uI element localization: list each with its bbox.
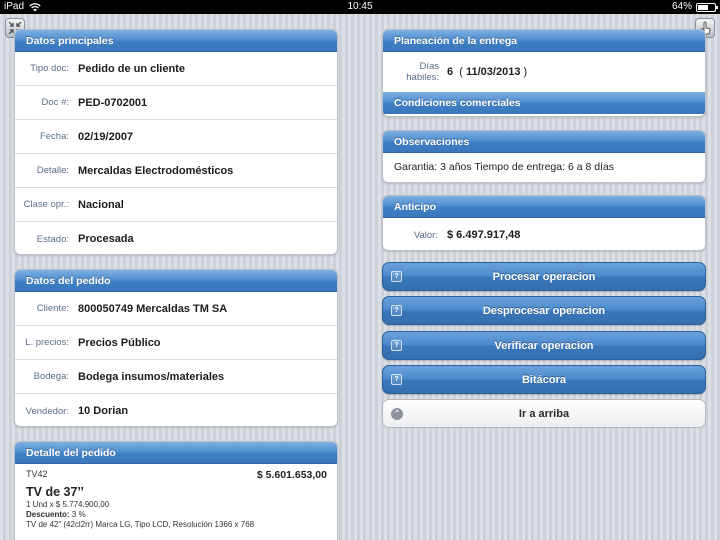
planeacion-panel: Planeación de la entrega Días habiles: 6… <box>382 29 706 117</box>
field-row: Vendedor: 10 Dorian <box>15 394 337 426</box>
field-row: Tipo doc: Pedido de un cliente <box>15 52 337 86</box>
button-label: Procesar operacion <box>492 270 596 283</box>
arrow-up-icon: ⌃ <box>391 408 403 420</box>
field-row: Clase opr.: Nacional <box>15 188 337 222</box>
field-row: Fecha: 02/19/2007 <box>15 120 337 154</box>
item-amount: $ 5.601.653,00 <box>256 469 327 481</box>
field-label: Clase opr.: <box>23 199 69 210</box>
help-icon: ? <box>391 305 402 316</box>
field-value: Procesada <box>78 233 134 245</box>
datos-principales-panel: Datos principales Tipo doc: Pedido de un… <box>14 29 338 255</box>
date-value: 11/03/2013 <box>465 66 521 78</box>
panel-title: Observaciones <box>383 131 705 153</box>
battery-percent: 64% <box>671 1 692 12</box>
field-value: 10 Dorian <box>78 405 129 417</box>
button-label: Ir a arriba <box>518 407 570 420</box>
battery-icon <box>696 2 718 12</box>
field-row: Cliente: 800050749 Mercaldas TM SA <box>15 292 337 326</box>
field-label: Cliente: <box>36 303 69 314</box>
field-label: Fecha: <box>39 131 69 142</box>
help-icon: ? <box>391 271 402 282</box>
item-description: TV de 42” (42cl2rr) Marca LG, Tipo LCD, … <box>26 520 255 529</box>
field-value: Precios Público <box>78 336 161 349</box>
field-value: Mercaldas Electrodomésticos <box>78 164 234 177</box>
help-icon: ? <box>391 340 402 351</box>
field-value: 800050749 Mercaldas TM SA <box>78 302 228 315</box>
item-discount: Descuento: 3 % <box>26 510 326 519</box>
field-row: Doc #: PED-0702001 <box>15 86 337 120</box>
button-label: Verificar operacion <box>494 339 594 352</box>
panel-title: Planeación de la entrega <box>383 30 705 52</box>
button-label: Desprocesar operacion <box>482 304 606 317</box>
anticipo-panel: Anticipo Valor: $ 6.497.917,48 <box>382 195 706 251</box>
panel-title: Detalle del pedido <box>15 442 337 464</box>
help-icon: ? <box>391 374 402 385</box>
field-value: 02/19/2007 <box>78 130 134 143</box>
item-quantity: 1 Und x $ 5.774.900,00 <box>26 500 110 509</box>
condiciones-header[interactable]: Condiciones comerciales <box>383 92 705 114</box>
desprocesar-button[interactable]: ? Desprocesar operacion <box>382 296 706 325</box>
datos-pedido-panel: Datos del pedido Cliente: 800050749 Merc… <box>14 269 338 427</box>
battery-fill <box>698 4 709 10</box>
field-row: L. precios: Precios Público <box>15 326 337 360</box>
detalle-pedido-panel: Detalle del pedido TV42 $ 5.601.653,00 T… <box>14 441 338 540</box>
verificar-button[interactable]: ? Verificar operacion <box>382 331 706 360</box>
clock: 10:45 <box>347 1 373 12</box>
field-value: Nacional <box>78 198 124 211</box>
field-label: Tipo doc: <box>30 63 69 74</box>
status-bar: iPad 10:45 64% <box>0 0 720 14</box>
observaciones-panel: Observaciones Garantia: 3 años Tiempo de… <box>382 130 706 183</box>
label-line: habiles: <box>406 72 439 83</box>
button-label: Bitácora <box>521 373 567 386</box>
field-label: Días habiles: <box>383 61 447 83</box>
bitacora-button[interactable]: ? Bitácora <box>382 365 706 394</box>
field-label: Estado: <box>36 233 69 245</box>
field-value: PED-0702001 <box>78 96 148 109</box>
item-product: TV de 37’’ <box>26 485 84 499</box>
panel-title: Datos principales <box>15 30 337 52</box>
field-row: Detalle: Mercaldas Electrodomésticos <box>15 154 337 188</box>
field-label: L. precios: <box>25 337 69 348</box>
field-value: 6 ( 11/03/2013 ) <box>447 66 527 78</box>
paren-close: ) <box>523 66 528 78</box>
discount-label: Descuento: <box>26 510 70 519</box>
field-label: Bodega: <box>33 371 69 382</box>
paren-open: ( <box>459 66 463 78</box>
field-label: Valor: <box>413 229 438 241</box>
order-line-item[interactable]: TV42 $ 5.601.653,00 TV de 37’’ 1 Und x $… <box>15 464 337 534</box>
field-row: Estado: Procesada <box>15 222 337 254</box>
panel-title: Anticipo <box>383 196 705 218</box>
field-row: Bodega: Bodega insumos/materiales <box>15 360 337 394</box>
field-row: Días habiles: 6 ( 11/03/2013 ) <box>383 52 705 92</box>
procesar-button[interactable]: ? Procesar operacion <box>382 262 706 291</box>
observaciones-text: Garantia: 3 años Tiempo de entrega: 6 a … <box>394 161 615 173</box>
field-label: Vendedor: <box>25 405 69 417</box>
field-label: Doc #: <box>41 97 69 108</box>
field-value: Bodega insumos/materiales <box>78 370 225 383</box>
field-row: Valor: $ 6.497.917,48 <box>383 218 705 250</box>
days-value: 6 <box>447 66 454 78</box>
ir-arriba-button[interactable]: ⌃ Ir a arriba <box>382 399 706 428</box>
label-line: Días <box>419 61 439 72</box>
field-label: Detalle: <box>36 165 69 176</box>
field-value: $ 6.497.917,48 <box>447 229 521 241</box>
panel-title: Datos del pedido <box>15 270 337 292</box>
discount-value: 3 % <box>71 510 86 519</box>
field-value: Pedido de un cliente <box>78 62 185 75</box>
